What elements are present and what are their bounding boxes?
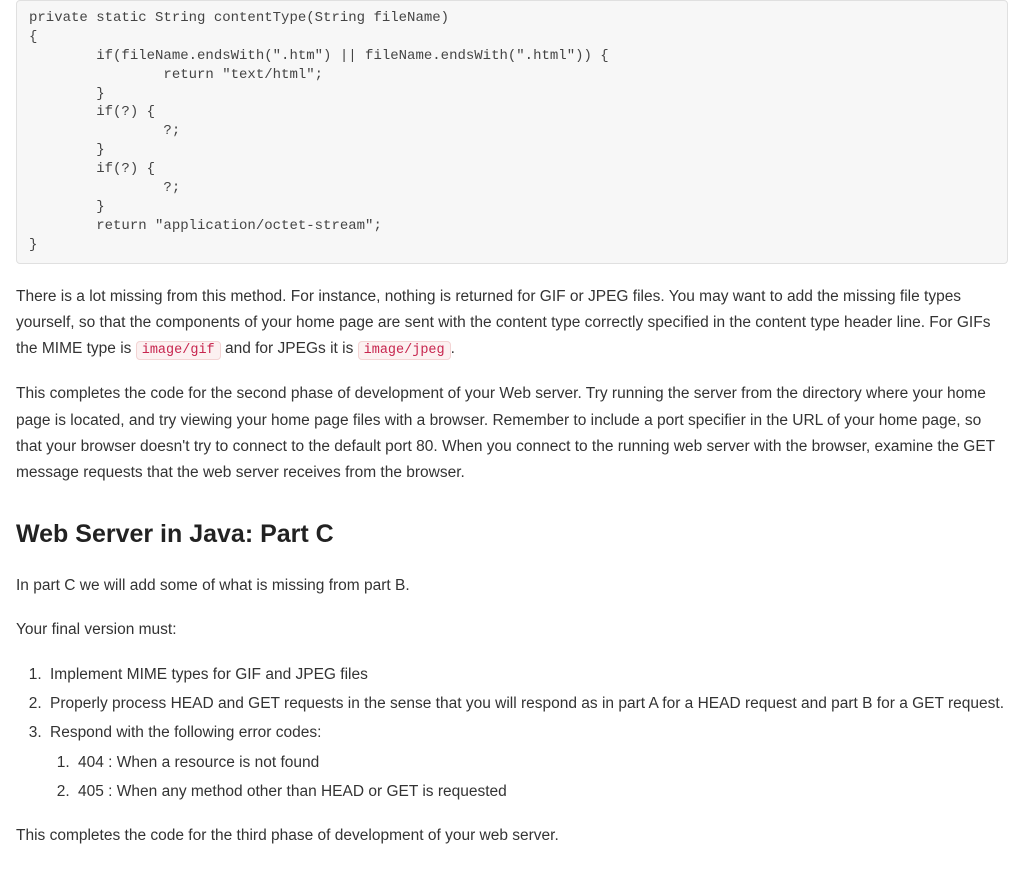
list-item: Implement MIME types for GIF and JPEG fi…	[46, 662, 1008, 688]
text: and for JPEGs it is	[221, 340, 358, 357]
code-block: private static String contentType(String…	[16, 0, 1008, 264]
paragraph-final-version: Your final version must:	[16, 617, 1008, 643]
paragraph-third-phase: This completes the code for the third ph…	[16, 823, 1008, 849]
list-item: 405 : When any method other than HEAD or…	[74, 779, 1008, 805]
list-item: Properly process HEAD and GET requests i…	[46, 691, 1008, 717]
list-item: 404 : When a resource is not found	[74, 750, 1008, 776]
text: Respond with the following error codes:	[50, 724, 321, 741]
list-item: Respond with the following error codes: …	[46, 720, 1008, 805]
paragraph-partc-intro: In part C we will add some of what is mi…	[16, 573, 1008, 599]
paragraph-missing: There is a lot missing from this method.…	[16, 284, 1008, 364]
section-heading-part-c: Web Server in Java: Part C	[16, 513, 1008, 556]
text: .	[451, 340, 455, 357]
mime-jpeg-code: image/jpeg	[358, 341, 451, 360]
mime-gif-code: image/gif	[136, 341, 221, 360]
requirements-list: Implement MIME types for GIF and JPEG fi…	[16, 662, 1008, 806]
paragraph-second-phase: This completes the code for the second p…	[16, 381, 1008, 486]
error-codes-list: 404 : When a resource is not found 405 :…	[50, 750, 1008, 806]
